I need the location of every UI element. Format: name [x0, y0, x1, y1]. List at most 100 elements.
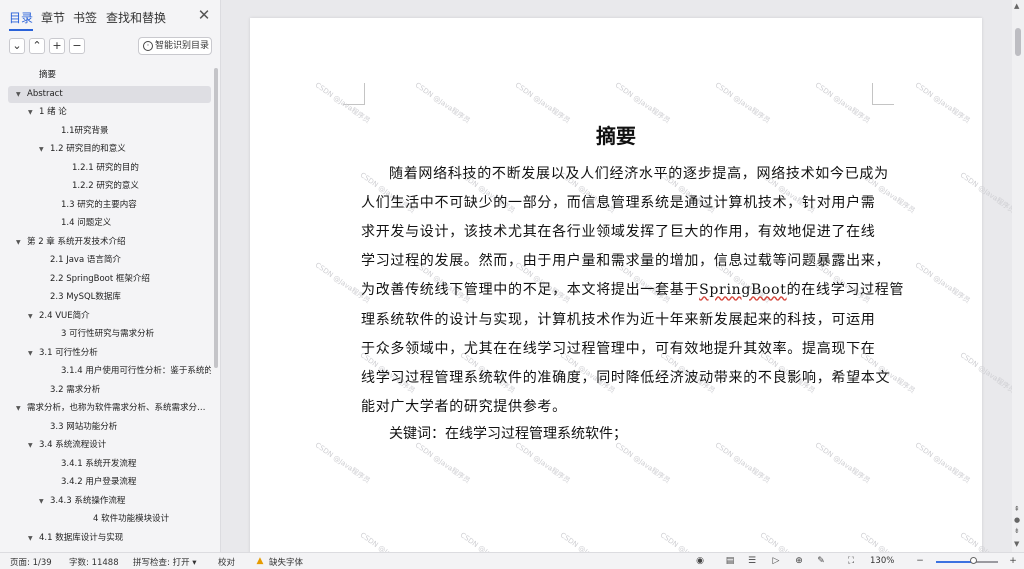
toc-item[interactable]: 3.3 网站功能分析	[8, 419, 211, 436]
tab-toc[interactable]: 目录	[9, 9, 34, 31]
toc-item[interactable]: ▼ 1.2 研究目的和意义	[8, 141, 211, 158]
toc-item[interactable]: 3.4.2 用户登录流程	[8, 474, 211, 491]
expand-arrow-icon[interactable]: ▼	[28, 345, 33, 362]
fit-page-icon[interactable]: ⛶	[845, 555, 857, 567]
document-page[interactable]: CSDN @Java程序员 CSDN @Java程序员 CSDN @Java程序员 C…	[250, 18, 1012, 552]
watermark-text: CSDN @Java程序员	[413, 441, 472, 485]
toc-item[interactable]: 3.1.4 用户使用可行性分析：鉴于系统的…	[8, 363, 211, 380]
toc-item[interactable]: ▼ 2.4 VUE简介	[8, 308, 211, 325]
toc-item[interactable]: 1.1研究背景	[8, 123, 211, 140]
next-page-icon[interactable]: ⇟	[1014, 527, 1020, 535]
toc-item-label: 3.4.3 系统操作流程	[50, 495, 126, 506]
chevron-up-icon[interactable]: ⌃	[29, 38, 45, 54]
watermark-text: CSDN @Java程序员	[913, 261, 972, 305]
vertical-scrollbar[interactable]: ▲ ⇞ ● ⇟ ▼	[1012, 0, 1024, 552]
zoom-level[interactable]: 130%	[870, 556, 894, 566]
tab-chapters[interactable]: 章节	[41, 9, 65, 26]
expand-arrow-icon[interactable]: ▼	[39, 141, 44, 158]
word-count[interactable]: 字数: 11488	[69, 556, 119, 568]
keywords-value: 在线学习过程管理系统软件；	[445, 426, 627, 442]
close-icon[interactable]: ✕	[197, 8, 211, 23]
scroll-down-icon[interactable]: ▼	[1014, 540, 1019, 548]
zoom-in-icon[interactable]: +	[1007, 555, 1019, 567]
toc-item[interactable]: ▼ 3.1 可行性分析	[8, 345, 211, 362]
toc-item-label: 1.2 研究目的和意义	[50, 144, 126, 154]
toc-item-label: 3.2 需求分析	[50, 384, 101, 395]
watermark-text: CSDN @Java程序员	[813, 81, 872, 125]
status-bar: 页面: 1/39 字数: 11488 拼写检查: 打开 ▾ 校对 ▲ 缺失字体 …	[0, 552, 1024, 569]
nav-scrollbar[interactable]	[214, 66, 219, 552]
toc-item-label: 4 软件功能模块设计	[93, 514, 170, 524]
keywords-label: 关键词：	[389, 426, 445, 442]
expand-arrow-icon[interactable]: ▼	[28, 437, 33, 454]
plus-icon[interactable]: +	[49, 38, 65, 54]
expand-arrow-icon[interactable]: ▼	[16, 400, 21, 417]
prev-page-icon[interactable]: ⇞	[1014, 505, 1020, 513]
spellcheck-toggle[interactable]: 拼写检查: 打开 ▾	[133, 556, 197, 568]
minus-icon[interactable]: −	[69, 38, 85, 54]
outline-view-icon[interactable]: ☰	[746, 555, 758, 567]
toc-item[interactable]: 2.3 MySQL数据库	[8, 289, 211, 306]
ai-toc-button[interactable]: ◦ 智能识别目录	[138, 37, 212, 55]
toc-item[interactable]: ▼ 3.4 系统流程设计	[8, 437, 211, 454]
toc-item[interactable]: ▼ 4.1 数据库设计与实现	[8, 530, 211, 547]
expand-arrow-icon[interactable]: ▼	[16, 234, 21, 251]
tab-bookmarks[interactable]: 书签	[73, 9, 97, 26]
toc-item[interactable]: ▼ Abstract	[8, 85, 211, 103]
expand-arrow-icon[interactable]: ▼	[28, 104, 33, 121]
body-line: 人们生活中不可缺少的一部分，而信息管理系统是通过计算机技术，针对用户需	[361, 195, 876, 212]
toc-item[interactable]: 1.4 问题定义	[8, 215, 211, 232]
watermark-text: CSDN @Java程序员	[613, 441, 672, 485]
chevron-down-icon[interactable]: ⌄	[9, 38, 25, 54]
toc-item[interactable]: ▼ 第 2 章 系统开发技术介绍	[8, 234, 211, 251]
zoom-slider[interactable]	[936, 561, 998, 563]
toc-item[interactable]: 4 软件功能模块设计	[8, 511, 211, 528]
toc-item-label: 1 绪 论	[39, 107, 67, 117]
toc-item-label: Abstract	[27, 88, 63, 99]
play-icon[interactable]: ▷	[770, 555, 782, 567]
watermark-text: CSDN @Java程序员	[913, 441, 972, 485]
toc-item[interactable]: 2.2 SpringBoot 框架介绍	[8, 271, 211, 288]
toc-item-label: 1.4 问题定义	[61, 218, 112, 228]
missing-font-button[interactable]: 缺失字体	[269, 556, 303, 568]
select-browse-icon[interactable]: ●	[1014, 516, 1020, 524]
tab-find-replace[interactable]: 查找和替换	[106, 9, 166, 26]
toc-item[interactable]: 1.3 研究的主要内容	[8, 197, 211, 214]
proofread-button[interactable]: 校对	[218, 556, 235, 568]
page-indicator[interactable]: 页面: 1/39	[10, 556, 52, 568]
expand-arrow-icon[interactable]: ▼	[28, 530, 33, 547]
toc-item[interactable]: ▼ 1 绪 论	[8, 104, 211, 121]
watermark-text: CSDN @Java程序员	[813, 441, 872, 485]
toc-item[interactable]: 3.2 需求分析	[8, 382, 211, 399]
document-area: CSDN @Java程序员 CSDN @Java程序员 CSDN @Java程序员 C…	[222, 0, 1012, 552]
vertical-scrollbar-thumb[interactable]	[1015, 28, 1021, 56]
spelling-flagged-word[interactable]: SpringBoot	[699, 282, 786, 298]
toc-item[interactable]: 2.1 Java 语言简介	[8, 252, 211, 269]
toc-item[interactable]: ▼ 3.4.3 系统操作流程	[8, 493, 211, 510]
toc-item[interactable]: 3.4.1 系统开发流程	[8, 456, 211, 473]
zoom-out-icon[interactable]: −	[914, 555, 926, 567]
watermark-text: CSDN @Java程序员	[958, 171, 1012, 215]
watermark-text: CSDN @Java程序员	[913, 81, 972, 125]
toc-item[interactable]: 摘要	[8, 67, 211, 84]
toc-item-label: 第 2 章 系统开发技术介绍	[27, 236, 126, 247]
page-view-icon[interactable]: ▤	[724, 555, 736, 567]
toc-item-label: 3.1 可行性分析	[39, 347, 98, 358]
toc-item[interactable]: 1.2.2 研究的意义	[8, 178, 211, 195]
ai-toc-label: 智能识别目录	[155, 41, 210, 51]
toc-item-label: 1.3 研究的主要内容	[61, 199, 137, 210]
toc-item[interactable]: 1.2.1 研究的目的	[8, 160, 211, 177]
nav-scrollbar-thumb[interactable]	[214, 68, 218, 368]
expand-arrow-icon[interactable]: ▼	[28, 308, 33, 325]
toc-item[interactable]: ▼ 需求分析，也称为软件需求分析、系统需求分…	[8, 400, 211, 417]
expand-arrow-icon[interactable]: ▼	[39, 493, 44, 510]
watermark-text: CSDN @Java程序员	[358, 530, 417, 552]
scroll-up-icon[interactable]: ▲	[1014, 2, 1019, 10]
watermark-text: CSDN @Java程序员	[513, 81, 572, 125]
margin-corner-mark	[872, 83, 894, 105]
web-view-icon[interactable]: ⊕	[793, 555, 805, 567]
toc-item[interactable]: 3 可行性研究与需求分析	[8, 326, 211, 343]
pen-icon[interactable]: ✎	[815, 555, 827, 567]
expand-arrow-icon[interactable]: ▼	[16, 86, 21, 103]
eye-icon[interactable]: ◉	[694, 555, 706, 567]
